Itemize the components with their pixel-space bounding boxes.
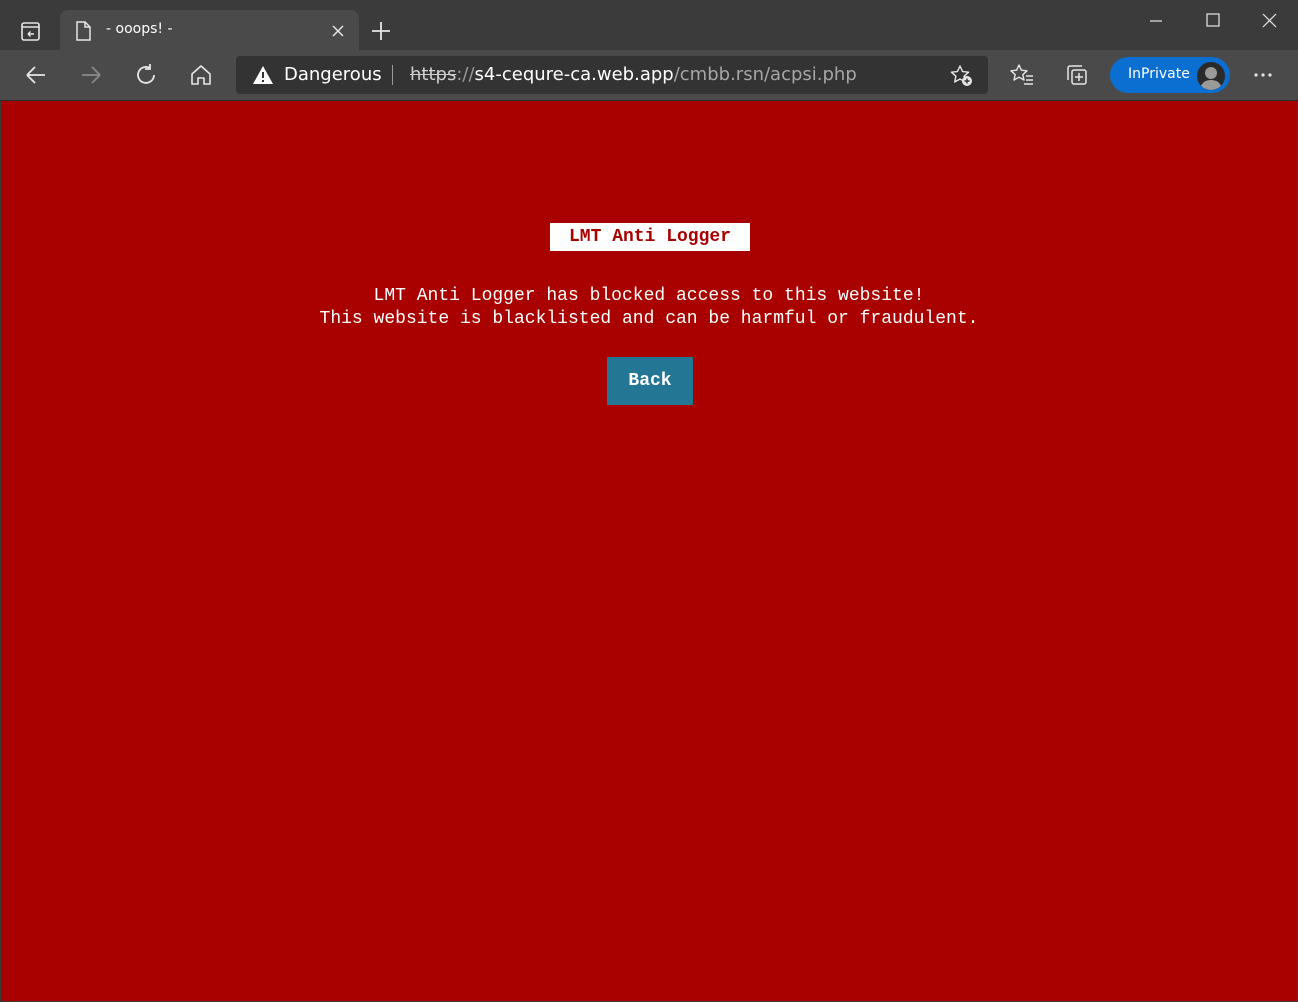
refresh-icon[interactable] (133, 62, 159, 88)
plus-icon[interactable] (369, 19, 393, 47)
page-title-badge: LMT Anti Logger (550, 223, 750, 251)
more-icon[interactable] (1250, 62, 1276, 92)
avatar (1196, 61, 1226, 91)
security-label[interactable]: Dangerous (284, 64, 382, 85)
title-bar: - ooops! - (0, 0, 1298, 51)
favorites-icon[interactable] (1009, 62, 1035, 92)
divider (392, 65, 393, 85)
active-tab[interactable]: - ooops! - (60, 10, 359, 51)
url-path: /cmbb.rsn/acpsi.php (673, 64, 857, 85)
inprivate-button[interactable]: InPrivate (1110, 57, 1230, 93)
url-host: s4-cequre-ca.web.app (474, 64, 674, 85)
page-content: LMT Anti Logger LMT Anti Logger has bloc… (1, 101, 1297, 1001)
back-arrow-icon[interactable] (23, 62, 49, 88)
tab-title: - ooops! - (106, 21, 173, 37)
url-scheme: https (410, 64, 457, 85)
page-icon (74, 21, 92, 45)
message-line-1: LMT Anti Logger has blocked access to th… (373, 286, 925, 306)
forward-arrow-icon[interactable] (78, 62, 104, 88)
url-text[interactable]: https://s4-cequre-ca.web.app/cmbb.rsn/ac… (410, 64, 857, 85)
home-icon[interactable] (188, 62, 214, 88)
warning-icon[interactable] (252, 65, 274, 89)
inprivate-label: InPrivate (1128, 66, 1190, 82)
maximize-icon[interactable] (1202, 10, 1224, 36)
message-line-2: This website is blacklisted and can be h… (319, 309, 979, 329)
block-message: LMT Anti Logger has blocked access to th… (1, 285, 1297, 331)
minimize-icon[interactable] (1145, 10, 1167, 36)
back-button[interactable]: Back (607, 357, 693, 405)
close-window-icon[interactable] (1259, 10, 1281, 36)
tab-actions-icon[interactable] (17, 18, 45, 46)
close-icon[interactable] (330, 23, 346, 43)
toolbar: Dangerous https://s4-cequre-ca.web.app/c… (0, 50, 1298, 101)
add-favorite-icon[interactable] (950, 64, 974, 92)
collections-icon[interactable] (1064, 62, 1090, 92)
url-scheme-separator: :// (456, 64, 475, 85)
address-bar[interactable]: Dangerous https://s4-cequre-ca.web.app/c… (236, 56, 988, 94)
